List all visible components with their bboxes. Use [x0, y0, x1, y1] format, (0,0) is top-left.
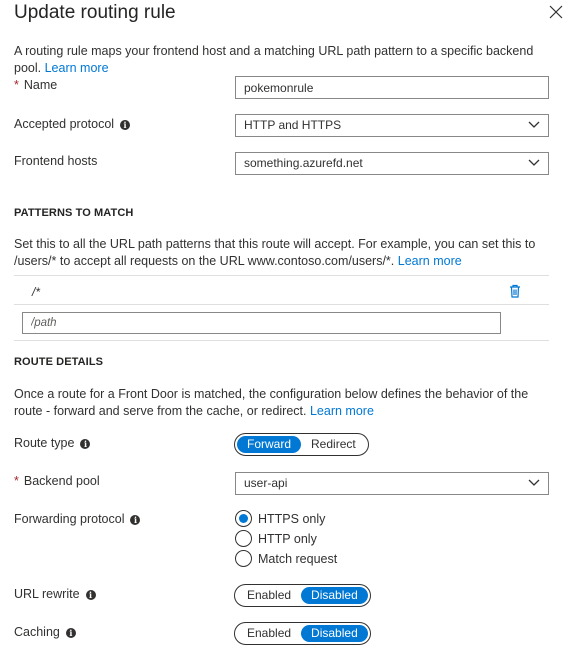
backend-pool-label: * Backend pool: [14, 474, 100, 488]
required-asterisk: *: [14, 78, 19, 92]
url-rewrite-disabled-option[interactable]: Disabled: [301, 587, 368, 604]
route-text: Once a route for a Front Door is matched…: [14, 387, 529, 418]
name-input[interactable]: [235, 76, 549, 99]
name-label: * Name: [14, 78, 58, 92]
route-type-forward-option[interactable]: Forward: [237, 436, 302, 453]
chevron-down-icon: [528, 121, 540, 128]
forwarding-match-request-radio[interactable]: Match request: [235, 550, 337, 567]
accepted-protocol-label: Accepted protocol i: [14, 117, 131, 131]
url-rewrite-toggle[interactable]: Enabled Disabled: [234, 584, 371, 607]
patterns-learn-more-link[interactable]: Learn more: [398, 254, 462, 268]
caching-toggle[interactable]: Enabled Disabled: [234, 622, 371, 645]
url-rewrite-enabled-option[interactable]: Enabled: [237, 587, 301, 604]
forwarding-protocol-label: Forwarding protocol i: [14, 512, 141, 526]
frontend-hosts-dropdown[interactable]: something.azurefd.net: [235, 152, 549, 175]
route-details-heading: ROUTE DETAILS: [14, 356, 104, 368]
close-icon[interactable]: [548, 4, 564, 20]
info-icon[interactable]: i: [85, 590, 96, 600]
route-type-toggle[interactable]: Forward Redirect: [234, 433, 369, 456]
divider: [14, 304, 549, 305]
accepted-protocol-dropdown[interactable]: HTTP and HTTPS: [235, 114, 549, 137]
caching-enabled-option[interactable]: Enabled: [237, 625, 301, 642]
route-type-redirect-option[interactable]: Redirect: [301, 436, 366, 453]
frontend-hosts-value: something.azurefd.net: [244, 156, 363, 170]
chevron-down-icon: [528, 159, 540, 166]
backend-pool-dropdown[interactable]: user-api: [235, 472, 549, 495]
caching-label: Caching i: [14, 625, 76, 639]
path-input[interactable]: [22, 312, 501, 334]
radio-button[interactable]: [235, 550, 252, 567]
radio-button[interactable]: [235, 530, 252, 547]
info-icon[interactable]: i: [65, 628, 76, 638]
caching-disabled-option[interactable]: Disabled: [301, 625, 368, 642]
backend-pool-value: user-api: [244, 476, 288, 490]
info-icon[interactable]: i: [80, 439, 91, 449]
info-icon[interactable]: i: [130, 515, 141, 525]
route-learn-more-link[interactable]: Learn more: [310, 404, 374, 418]
info-icon[interactable]: i: [120, 120, 131, 130]
intro-description: A routing rule maps your frontend host a…: [14, 43, 544, 77]
divider: [14, 275, 549, 276]
patterns-heading: PATTERNS TO MATCH: [14, 207, 134, 219]
accepted-protocol-value: HTTP and HTTPS: [244, 118, 342, 132]
trash-icon[interactable]: [509, 284, 521, 298]
url-rewrite-label: URL rewrite i: [14, 587, 96, 601]
route-type-label: Route type i: [14, 436, 91, 450]
intro-learn-more-link[interactable]: Learn more: [45, 61, 109, 75]
patterns-description: Set this to all the URL path patterns th…: [14, 236, 549, 270]
route-description: Once a route for a Front Door is matched…: [14, 386, 549, 420]
forwarding-http-only-radio[interactable]: HTTP only: [235, 530, 317, 547]
pattern-item: /*: [32, 285, 41, 299]
divider: [14, 340, 549, 341]
frontend-hosts-label: Frontend hosts: [14, 154, 98, 168]
panel-title: Update routing rule: [14, 2, 176, 23]
radio-button-selected[interactable]: [235, 510, 252, 527]
chevron-down-icon: [528, 479, 540, 486]
required-asterisk: *: [14, 474, 19, 488]
forwarding-https-only-radio[interactable]: HTTPS only: [235, 510, 325, 527]
